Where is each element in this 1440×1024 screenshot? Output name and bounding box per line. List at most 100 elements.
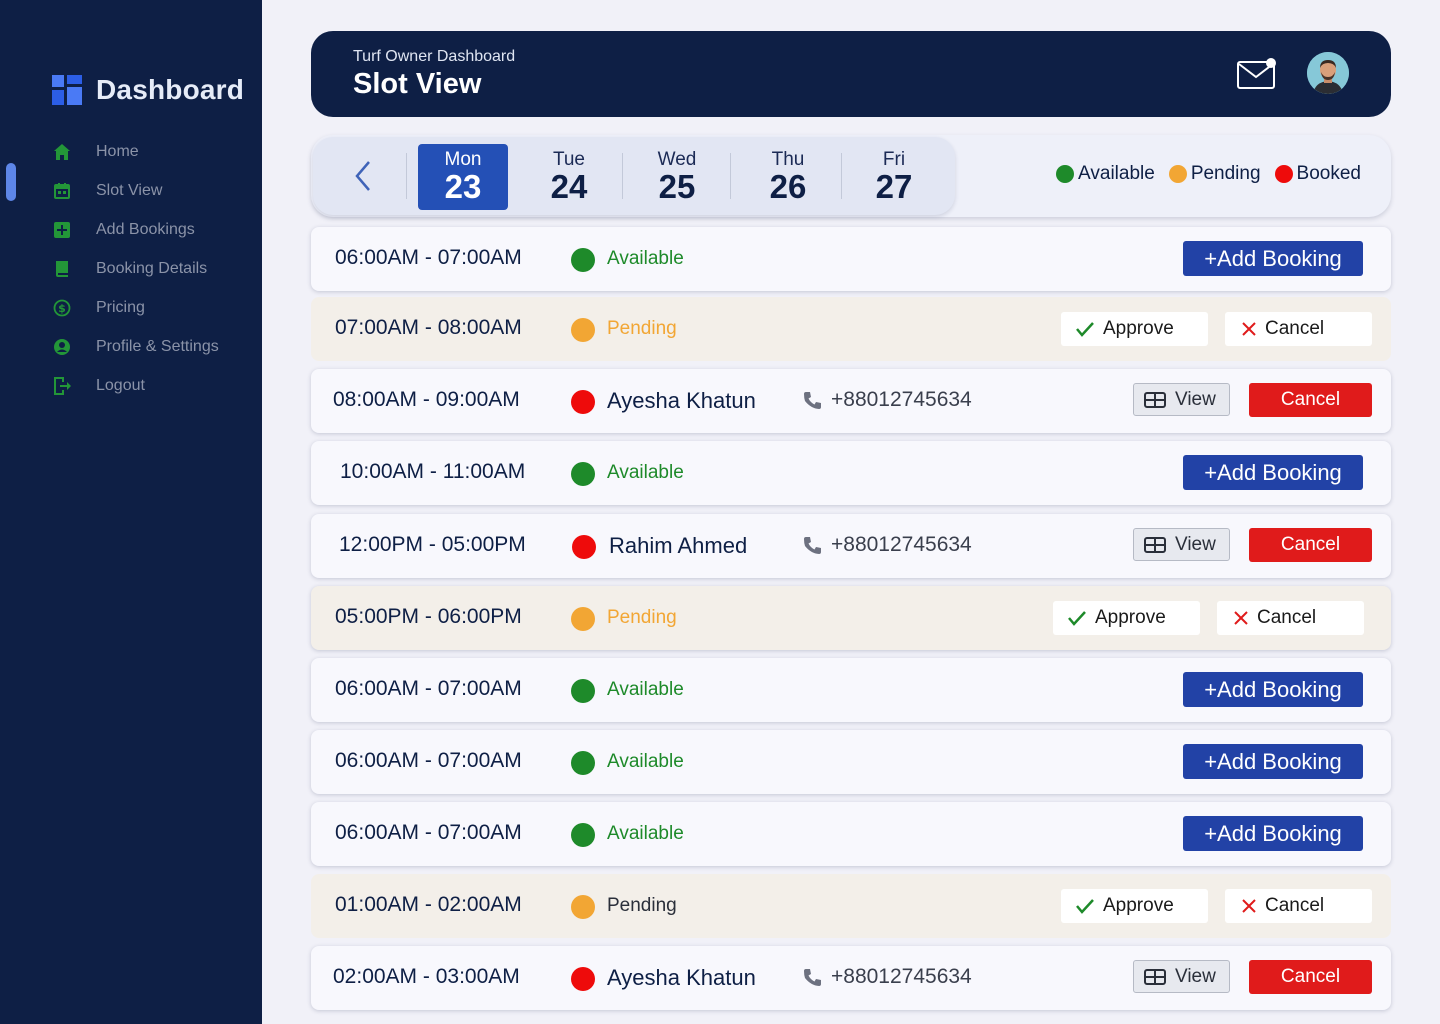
status-legend: Available Pending Booked <box>1042 163 1361 185</box>
home-icon <box>52 142 72 162</box>
approve-button[interactable]: Approve <box>1053 601 1200 635</box>
table-icon <box>1144 391 1166 408</box>
day-tab-tue[interactable]: Tue 24 <box>524 144 614 210</box>
customer-phone: +88012745634 <box>831 533 972 556</box>
mail-button[interactable] <box>1237 57 1277 91</box>
sidebar-item-logout[interactable]: Logout <box>52 366 219 405</box>
cancel-label: Cancel <box>1257 607 1317 628</box>
legend-label: Pending <box>1190 163 1261 184</box>
add-booking-button[interactable]: +Add Booking <box>1183 744 1363 779</box>
status-label: Available <box>607 248 684 269</box>
day-number: 26 <box>769 168 807 205</box>
day-tab-thu[interactable]: Thu 26 <box>743 144 833 210</box>
customer-name: Ayesha Khatun <box>607 388 756 413</box>
view-button[interactable]: View <box>1133 528 1230 561</box>
view-label: View <box>1175 965 1216 987</box>
slot-row: 05:00PM - 06:00PM Pending Approve Cancel <box>311 586 1391 650</box>
add-booking-button[interactable]: +Add Booking <box>1183 241 1363 276</box>
view-button[interactable]: View <box>1133 960 1230 993</box>
page-title: Slot View <box>353 68 482 100</box>
cancel-booking-button[interactable]: Cancel <box>1249 960 1372 994</box>
day-name: Wed <box>657 149 697 170</box>
sidebar-item-pricing[interactable]: $ Pricing <box>52 288 219 327</box>
sidebar: Dashboard Home Slot View Add Bookings Bo… <box>0 0 262 1024</box>
slot-time: 06:00AM - 07:00AM <box>335 821 522 844</box>
page-subtitle: Turf Owner Dashboard <box>353 48 516 65</box>
slot-row: 01:00AM - 02:00AM Pending Approve Cancel <box>311 874 1391 938</box>
day-tab-mon[interactable]: Mon 23 <box>418 144 508 210</box>
slot-row: 07:00AM - 08:00AM Pending Approve Cancel <box>311 297 1391 361</box>
plus-square-icon <box>52 220 72 240</box>
approve-button[interactable]: Approve <box>1061 312 1208 346</box>
legend-booked: Booked <box>1274 163 1361 185</box>
customer-name: Ayesha Khatun <box>607 965 756 990</box>
user-icon <box>52 337 72 357</box>
day-selector: Mon 23 Tue 24 Wed 25 Thu 26 Fri 27 <box>313 137 955 215</box>
slot-row: 06:00AM - 07:00AM Available +Add Booking <box>311 802 1391 866</box>
pending-dot-icon <box>1168 165 1187 183</box>
sidebar-item-add-bookings[interactable]: Add Bookings <box>52 210 219 249</box>
legend-available: Available <box>1056 163 1155 185</box>
cancel-button[interactable]: Cancel <box>1225 312 1372 346</box>
add-booking-button[interactable]: +Add Booking <box>1183 672 1363 707</box>
slot-row: 06:00AM - 07:00AM Available +Add Booking <box>311 227 1391 291</box>
sidebar-item-label: Add Bookings <box>96 220 195 238</box>
sidebar-item-label: Home <box>96 142 139 160</box>
prev-week-button[interactable] <box>351 159 377 193</box>
day-number: 25 <box>658 168 696 205</box>
slot-time: 05:00PM - 06:00PM <box>335 605 522 628</box>
day-name: Thu <box>771 149 805 170</box>
brand[interactable]: Dashboard <box>52 74 244 106</box>
cancel-booking-button[interactable]: Cancel <box>1249 528 1372 562</box>
legend-pending: Pending <box>1168 163 1261 185</box>
avatar[interactable] <box>1307 52 1349 94</box>
approve-label: Approve <box>1103 318 1174 339</box>
slot-time: 06:00AM - 07:00AM <box>335 246 522 269</box>
cancel-button[interactable]: Cancel <box>1217 601 1364 635</box>
sidebar-item-slot-view[interactable]: Slot View <box>52 171 219 210</box>
view-label: View <box>1175 388 1216 410</box>
cancel-label: Cancel <box>1265 895 1325 916</box>
sidebar-item-label: Pricing <box>96 298 145 316</box>
slot-time: 08:00AM - 09:00AM <box>333 388 520 411</box>
add-booking-button[interactable]: +Add Booking <box>1183 816 1363 851</box>
pending-dot-icon <box>571 318 595 342</box>
day-name: Tue <box>552 149 586 170</box>
dashboard-logo-icon <box>52 75 82 105</box>
calendar-icon <box>52 181 72 201</box>
add-booking-button[interactable]: +Add Booking <box>1183 455 1363 490</box>
sidebar-item-home[interactable]: Home <box>52 132 219 171</box>
divider <box>841 153 842 199</box>
day-name: Mon <box>444 149 482 170</box>
slot-row: 10:00AM - 11:00AM Available +Add Booking <box>311 441 1391 505</box>
slot-row: 02:00AM - 03:00AM Ayesha Khatun +8801274… <box>311 946 1391 1010</box>
check-icon <box>1076 322 1094 337</box>
check-icon <box>1068 611 1086 626</box>
book-icon <box>52 259 72 279</box>
sidebar-scrollbar[interactable] <box>6 163 16 201</box>
booked-dot-icon <box>571 967 595 991</box>
slot-time: 06:00AM - 07:00AM <box>335 749 522 772</box>
page-header: Turf Owner Dashboard Slot View <box>311 31 1391 117</box>
cancel-booking-button[interactable]: Cancel <box>1249 383 1372 417</box>
divider <box>622 153 623 199</box>
cancel-label: Cancel <box>1265 318 1325 339</box>
phone-icon <box>804 392 821 409</box>
sidebar-nav: Home Slot View Add Bookings Booking Deta… <box>52 132 219 405</box>
sidebar-item-profile-settings[interactable]: Profile & Settings <box>52 327 219 366</box>
status-label: Available <box>607 823 684 844</box>
status-label: Available <box>607 679 684 700</box>
booked-dot-icon <box>571 390 595 414</box>
slot-time: 07:00AM - 08:00AM <box>335 316 522 339</box>
slot-row: 08:00AM - 09:00AM Ayesha Khatun +8801274… <box>311 369 1391 433</box>
sidebar-item-booking-details[interactable]: Booking Details <box>52 249 219 288</box>
divider <box>730 153 731 199</box>
day-tab-fri[interactable]: Fri 27 <box>849 144 939 210</box>
view-button[interactable]: View <box>1133 383 1230 416</box>
approve-button[interactable]: Approve <box>1061 889 1208 923</box>
day-tab-wed[interactable]: Wed 25 <box>632 144 722 210</box>
slot-time: 02:00AM - 03:00AM <box>333 965 520 988</box>
sidebar-item-label: Profile & Settings <box>96 337 219 355</box>
cancel-button[interactable]: Cancel <box>1225 889 1372 923</box>
available-dot-icon <box>571 823 595 847</box>
